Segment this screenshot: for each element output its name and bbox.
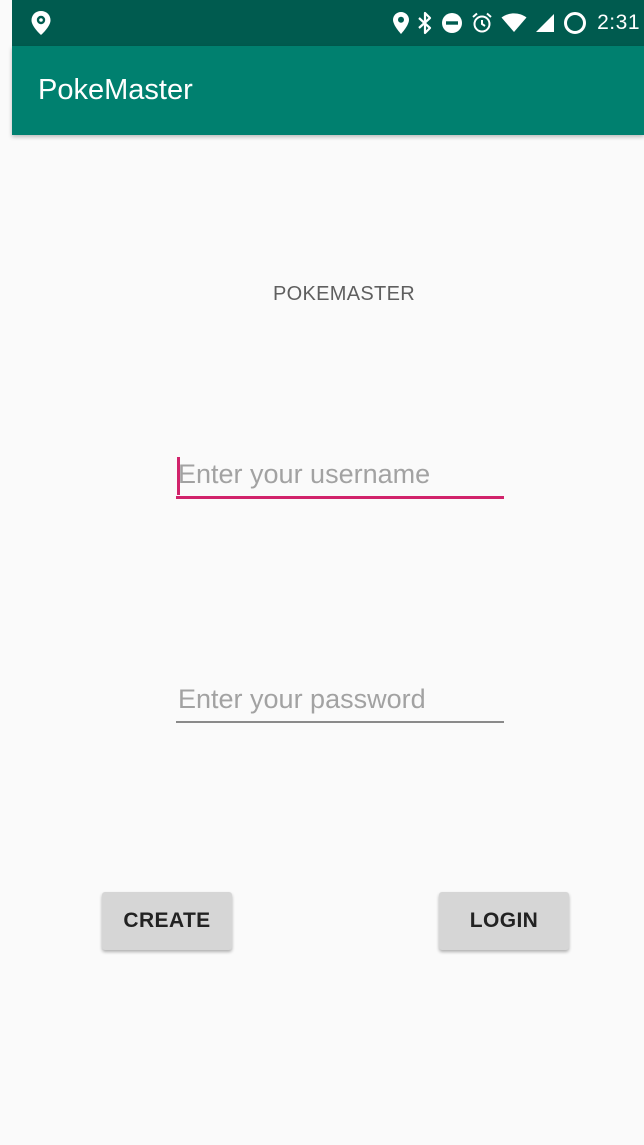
bluetooth-icon — [417, 11, 433, 35]
text-cursor — [177, 457, 180, 495]
login-button[interactable]: LOGIN — [439, 892, 569, 950]
create-button[interactable]: CREATE — [102, 892, 232, 950]
alarm-icon — [471, 12, 493, 34]
app-title: PokeMaster — [38, 74, 193, 106]
location-marker-icon — [30, 10, 54, 36]
status-bar: 2:31 — [12, 0, 644, 46]
page-heading: POKEMASTER — [273, 283, 415, 305]
password-input[interactable] — [176, 677, 504, 723]
location-pin-icon — [393, 12, 410, 34]
status-icons: 2:31 — [393, 8, 640, 38]
do-not-disturb-icon — [441, 12, 463, 34]
username-input[interactable] — [176, 453, 504, 499]
screen: 2:31 PokeMaster POKEMASTER CREATE LOGIN — [0, 0, 644, 1145]
sync-icon — [563, 11, 587, 35]
status-time: 2:31 — [597, 11, 640, 34]
app-bar: PokeMaster — [12, 46, 644, 135]
cellular-signal-icon — [535, 13, 555, 33]
wifi-icon — [501, 13, 527, 33]
